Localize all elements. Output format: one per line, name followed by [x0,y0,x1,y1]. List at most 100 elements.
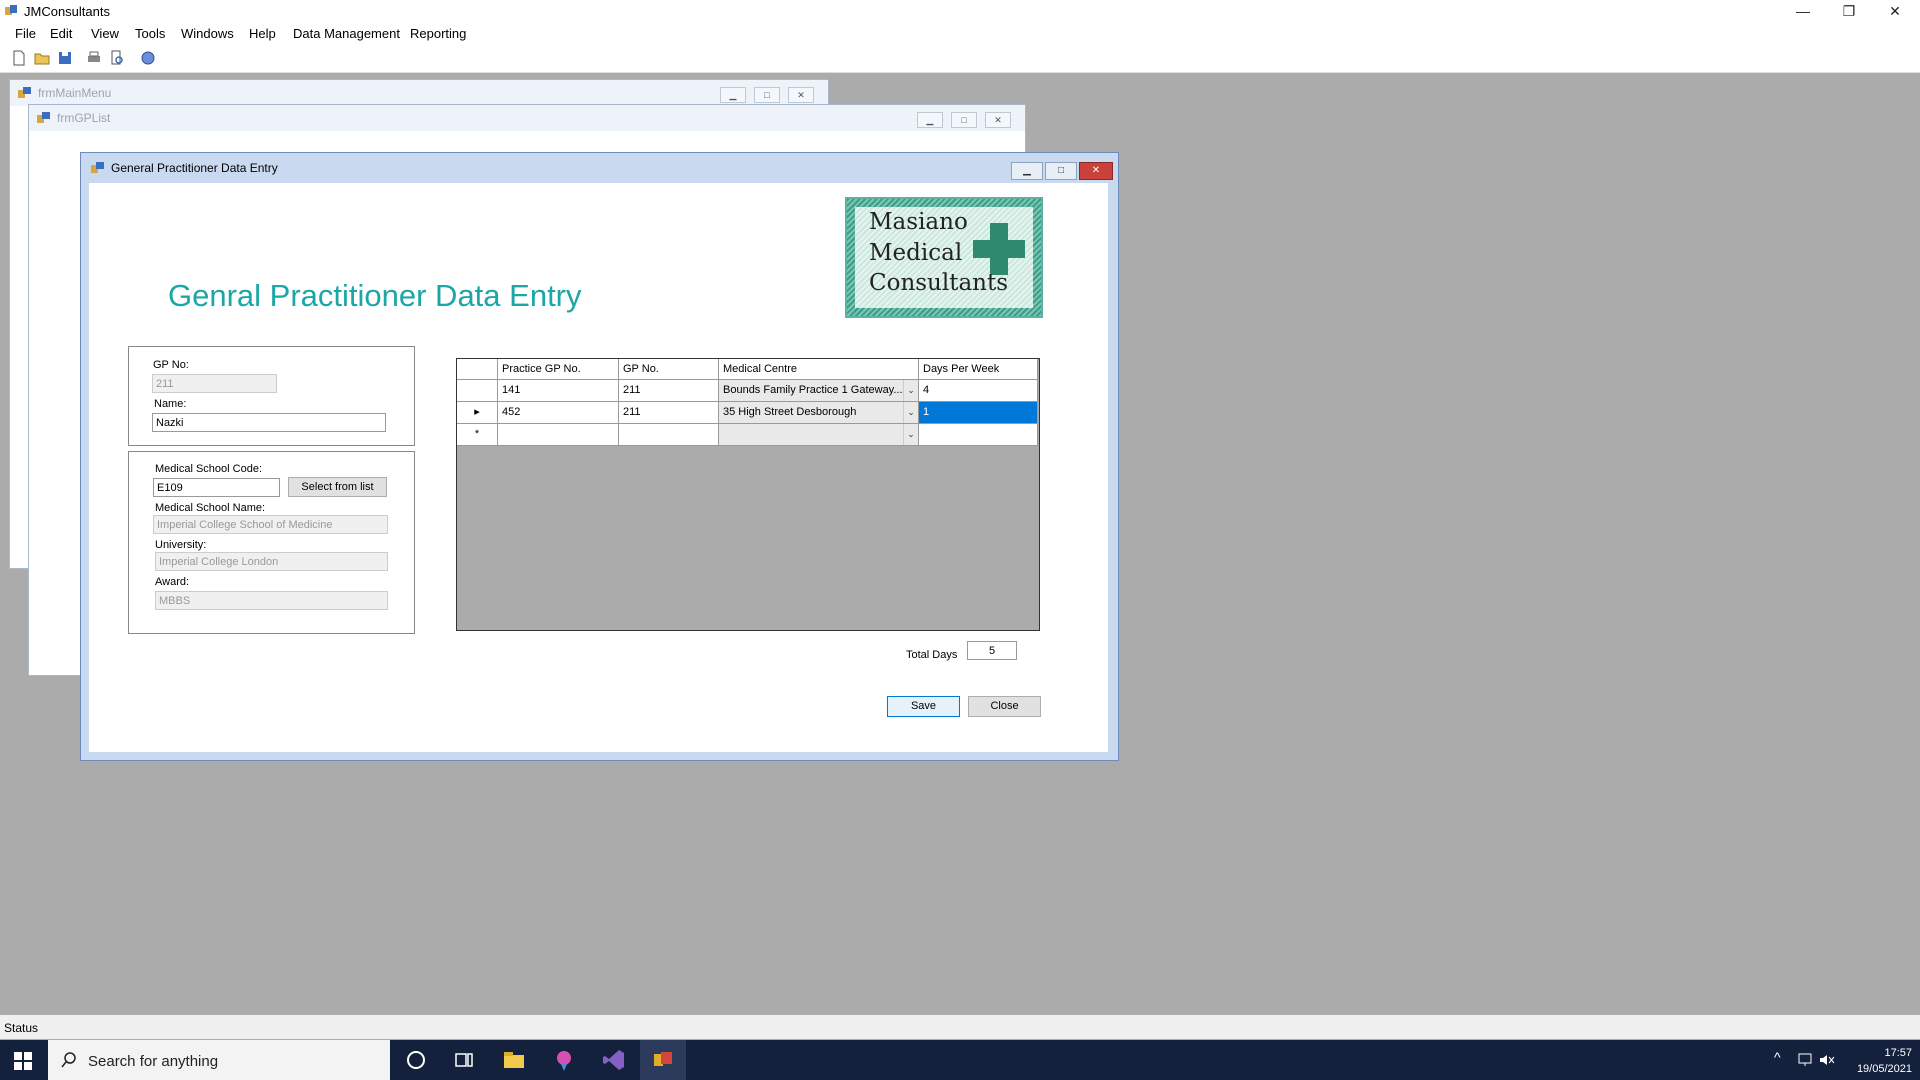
window-caption: frmMainMenu ▁ □ ✕ [10,80,828,106]
help-globe-icon[interactable] [139,49,157,67]
total-days-field: 5 [967,641,1017,660]
logo-text: Masiano [869,209,968,235]
save-button[interactable]: Save [887,696,960,717]
app-title-bar [0,0,1920,22]
column-header[interactable]: Days Per Week [919,359,1038,380]
minimize-icon[interactable]: ▁ [1011,162,1043,180]
grid-cell[interactable]: 211 [619,380,719,402]
row-header[interactable] [457,380,498,402]
grid-cell[interactable]: 141 [498,380,619,402]
row-arrow-icon: ▸ [474,406,480,418]
search-placeholder: Search for anything [88,1053,219,1070]
window-caption: General Practitioner Data Entry ▁ □ ✕ [81,153,1118,181]
minimize-icon[interactable]: ▁ [720,87,746,103]
visual-studio-icon[interactable] [602,1048,626,1072]
practice-data-grid[interactable]: Practice GP No. GP No. Medical Centre Da… [456,358,1040,631]
window-caption: frmGPList ▁ □ ✕ [29,105,1025,131]
menu-reporting[interactable]: Reporting [410,26,466,41]
menu-help[interactable]: Help [249,26,276,41]
browser-icon[interactable] [552,1048,576,1072]
toolbar [0,44,1920,73]
menu-edit[interactable]: Edit [50,26,72,41]
cortana-icon[interactable] [404,1048,428,1072]
window-title: frmMainMenu [38,86,112,100]
select-from-list-button[interactable]: Select from list [288,477,387,497]
close-icon[interactable]: ✕ [1079,162,1113,180]
window-title: General Practitioner Data Entry [111,161,278,175]
column-header[interactable]: GP No. [619,359,719,380]
column-header[interactable]: Medical Centre [719,359,919,380]
restore-icon[interactable]: ❐ [1826,0,1872,22]
menu-windows[interactable]: Windows [181,26,234,41]
status-text: Status [4,1021,39,1035]
form-icon [91,162,104,173]
clock-time: 17:57 [1884,1047,1912,1059]
grid-cell[interactable]: 452 [498,402,619,424]
menu-view[interactable]: View [91,26,119,41]
form-icon [37,112,50,123]
combo-value: Bounds Family Practice 1 Gateway... [723,384,903,396]
network-icon[interactable] [1796,1052,1814,1068]
grid-cell[interactable] [619,424,719,446]
menu-bar [0,22,1920,44]
name-label: Name: [154,398,187,410]
combo-value: 35 High Street Desborough [723,406,857,418]
award-field: MBBS [155,591,388,610]
close-icon[interactable]: ✕ [985,112,1011,128]
grid-cell[interactable] [498,424,619,446]
show-hidden-icons-icon[interactable]: ^ [1774,1049,1781,1065]
row-header-corner [457,359,498,380]
status-bar [0,1015,1920,1039]
chevron-down-icon[interactable]: ⌄ [903,402,918,423]
clock-date: 19/05/2021 [1856,1063,1912,1075]
taskbar-clock[interactable]: 17:57 19/05/2021 [1836,1045,1912,1077]
search-icon [61,1052,76,1068]
menu-file[interactable]: File [15,26,36,41]
maximize-icon[interactable]: □ [951,112,977,128]
medical-school-name-field: Imperial College School of Medicine [153,515,388,534]
medical-centre-combo[interactable]: ⌄ [719,424,919,446]
new-row-icon: * [474,428,480,440]
medical-school-code-field[interactable]: E109 [153,478,280,497]
medical-centre-combo[interactable]: Bounds Family Practice 1 Gateway... ⌄ [719,380,919,402]
logo-text: Medical [869,240,963,266]
grid-cell[interactable]: 4 [919,380,1038,402]
windows-start-icon[interactable] [12,1050,34,1072]
chevron-down-icon[interactable]: ⌄ [903,380,918,401]
close-icon[interactable]: ✕ [1872,0,1918,22]
award-label: Award: [155,576,190,588]
close-button[interactable]: Close [968,696,1041,717]
grid-cell[interactable]: 211 [619,402,719,424]
new-file-icon[interactable] [10,49,28,67]
close-icon[interactable]: ✕ [788,87,814,103]
minimize-icon[interactable]: — [1780,0,1826,22]
university-label: University: [155,539,207,551]
open-folder-icon[interactable] [33,49,51,67]
chevron-down-icon[interactable]: ⌄ [903,424,918,445]
minimize-icon[interactable]: ▁ [917,112,943,128]
university-field: Imperial College London [155,552,388,571]
column-header[interactable]: Practice GP No. [498,359,619,380]
company-logo: Masiano Medical Consultants [845,197,1043,318]
print-preview-icon[interactable] [108,49,126,67]
maximize-icon[interactable]: □ [754,87,780,103]
selected-grid-cell[interactable]: 1 [919,402,1038,424]
save-icon[interactable] [56,49,74,67]
print-icon[interactable] [85,49,103,67]
menu-tools[interactable]: Tools [135,26,165,41]
window-title: frmGPList [57,111,111,125]
medical-school-name-label: Medical School Name: [155,502,266,514]
volume-muted-icon[interactable] [1818,1052,1836,1068]
medical-centre-combo[interactable]: 35 High Street Desborough ⌄ [719,402,919,424]
medical-school-code-label: Medical School Code: [155,463,263,475]
task-view-icon[interactable] [452,1048,476,1072]
menu-data-management[interactable]: Data Management [293,26,400,41]
logo-text: Consultants [869,270,1009,296]
current-row-indicator[interactable]: ▸ [457,402,498,424]
name-field[interactable]: Nazki [152,413,386,432]
maximize-icon[interactable]: □ [1045,162,1077,180]
file-explorer-icon[interactable] [502,1048,526,1072]
form-icon [18,87,31,98]
new-row-indicator[interactable]: * [457,424,498,446]
grid-cell[interactable] [919,424,1038,446]
